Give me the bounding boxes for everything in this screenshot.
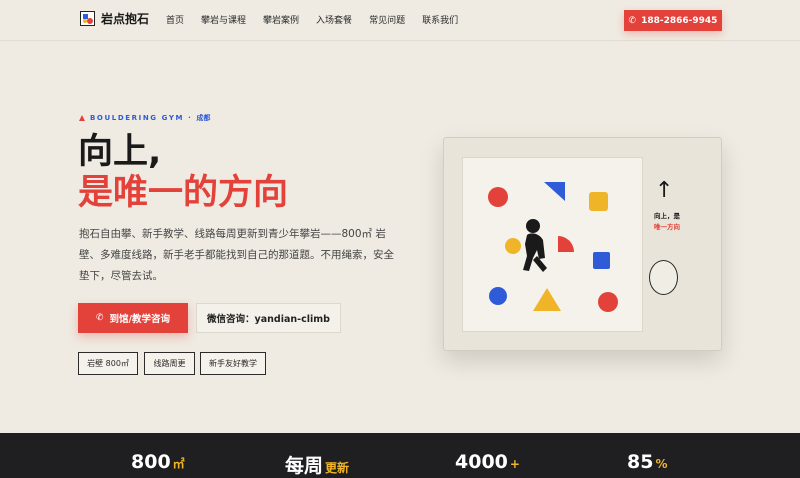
wall-holds-graphic bbox=[488, 182, 618, 312]
consult-button-label: 到馆/教学咨询 bbox=[109, 314, 171, 325]
nav-item-contact[interactable]: 联系我们 bbox=[422, 13, 458, 26]
hold-blue-circle bbox=[489, 287, 507, 305]
nav-item-cases[interactable]: 攀岩案例 bbox=[263, 13, 299, 26]
stat-visitors: 4000 + bbox=[455, 451, 520, 473]
hold-red-quarter bbox=[558, 236, 574, 252]
phone-icon: ✆ bbox=[628, 15, 637, 26]
wechat-label: 微信咨询：yandian-climb bbox=[207, 314, 330, 325]
hero-eyebrow: BOULDERING GYM · 成都 bbox=[79, 113, 210, 123]
hold-yellow-circle bbox=[505, 238, 521, 254]
stat-value: 800 bbox=[131, 451, 171, 473]
hero-title-line-1: 向上, bbox=[78, 132, 162, 172]
stats-bar: 800 ㎡ 每周 更新 4000 + 85% bbox=[0, 433, 800, 478]
hold-red-circle-2 bbox=[598, 292, 618, 312]
side-caption-1: 向上，是 bbox=[654, 212, 680, 220]
nav-item-courses[interactable]: 攀岩与课程 bbox=[201, 13, 246, 26]
climbing-wall-illustration: ↑ 向上，是 唯一方向 bbox=[443, 137, 722, 351]
stat-update: 每周 更新 bbox=[285, 451, 349, 478]
brand-name: 岩点抱石 bbox=[101, 12, 150, 26]
eyebrow-text: BOULDERING GYM bbox=[90, 114, 185, 122]
wall-panel bbox=[462, 157, 643, 332]
feature-tag-label: 新手友好教学 bbox=[209, 359, 257, 368]
nav-item-home[interactable]: 首页 bbox=[166, 13, 184, 26]
hold-red-circle bbox=[488, 187, 508, 207]
feature-tag-label: 岩壁 800㎡ bbox=[87, 359, 129, 368]
main-nav: 首页 攀岩与课程 攀岩案例 入场套餐 常见问题 联系我们 bbox=[166, 13, 475, 26]
arrow-up-icon: ↑ bbox=[655, 178, 674, 203]
oval-hold bbox=[649, 260, 678, 295]
phone-call-button[interactable]: ✆ 188-2866-9945 bbox=[624, 10, 722, 31]
hero-title-line-2: 是唯一的方向 bbox=[78, 173, 289, 213]
side-caption-2: 唯一方向 bbox=[654, 223, 680, 231]
feature-tag: 岩壁 800㎡ bbox=[78, 352, 138, 375]
triangle-icon bbox=[79, 115, 85, 121]
stat-suffix: % bbox=[655, 457, 668, 471]
stat-suffix: 更新 bbox=[325, 461, 350, 475]
feature-tag: 新手友好教学 bbox=[200, 352, 266, 375]
hold-yellow-triangle bbox=[533, 288, 561, 311]
hero-description: 抱石自由攀、新手教学、线路每周更新到青少年攀岩——800㎡ 岩壁、多难度线路，新… bbox=[79, 228, 394, 282]
stat-value: 85 bbox=[627, 451, 654, 473]
brand-logo[interactable]: 岩点抱石 bbox=[80, 10, 149, 27]
hold-blue-square bbox=[593, 252, 610, 269]
consult-button[interactable]: ✆ 到馆/教学咨询 bbox=[78, 303, 188, 333]
stat-suffix: + bbox=[509, 457, 520, 471]
phone-icon: ✆ bbox=[95, 313, 104, 323]
climber-figure bbox=[523, 219, 547, 272]
site-header: 岩点抱石 首页 攀岩与课程 攀岩案例 入场套餐 常见问题 联系我们 ✆ 188-… bbox=[0, 0, 800, 41]
feature-tag: 线路周更 bbox=[144, 352, 195, 375]
stat-value: 每周 bbox=[285, 455, 324, 477]
wechat-button[interactable]: 微信咨询：yandian-climb bbox=[196, 303, 341, 333]
feature-tag-label: 线路周更 bbox=[153, 359, 186, 368]
nav-item-faq[interactable]: 常见问题 bbox=[369, 13, 405, 26]
stat-value: 4000 bbox=[455, 451, 508, 473]
logo-icon bbox=[80, 11, 95, 26]
eyebrow-city: 成都 bbox=[196, 114, 211, 122]
phone-number: 188-2866-9945 bbox=[641, 15, 718, 26]
stat-percent: 85% bbox=[627, 451, 667, 473]
hold-yellow-square bbox=[589, 192, 608, 211]
hold-blue-triangle bbox=[544, 182, 565, 201]
eyebrow-separator: · bbox=[188, 114, 193, 122]
stat-suffix: ㎡ bbox=[172, 457, 185, 471]
stat-area: 800 ㎡ bbox=[131, 451, 185, 473]
nav-item-packages[interactable]: 入场套餐 bbox=[316, 13, 352, 26]
